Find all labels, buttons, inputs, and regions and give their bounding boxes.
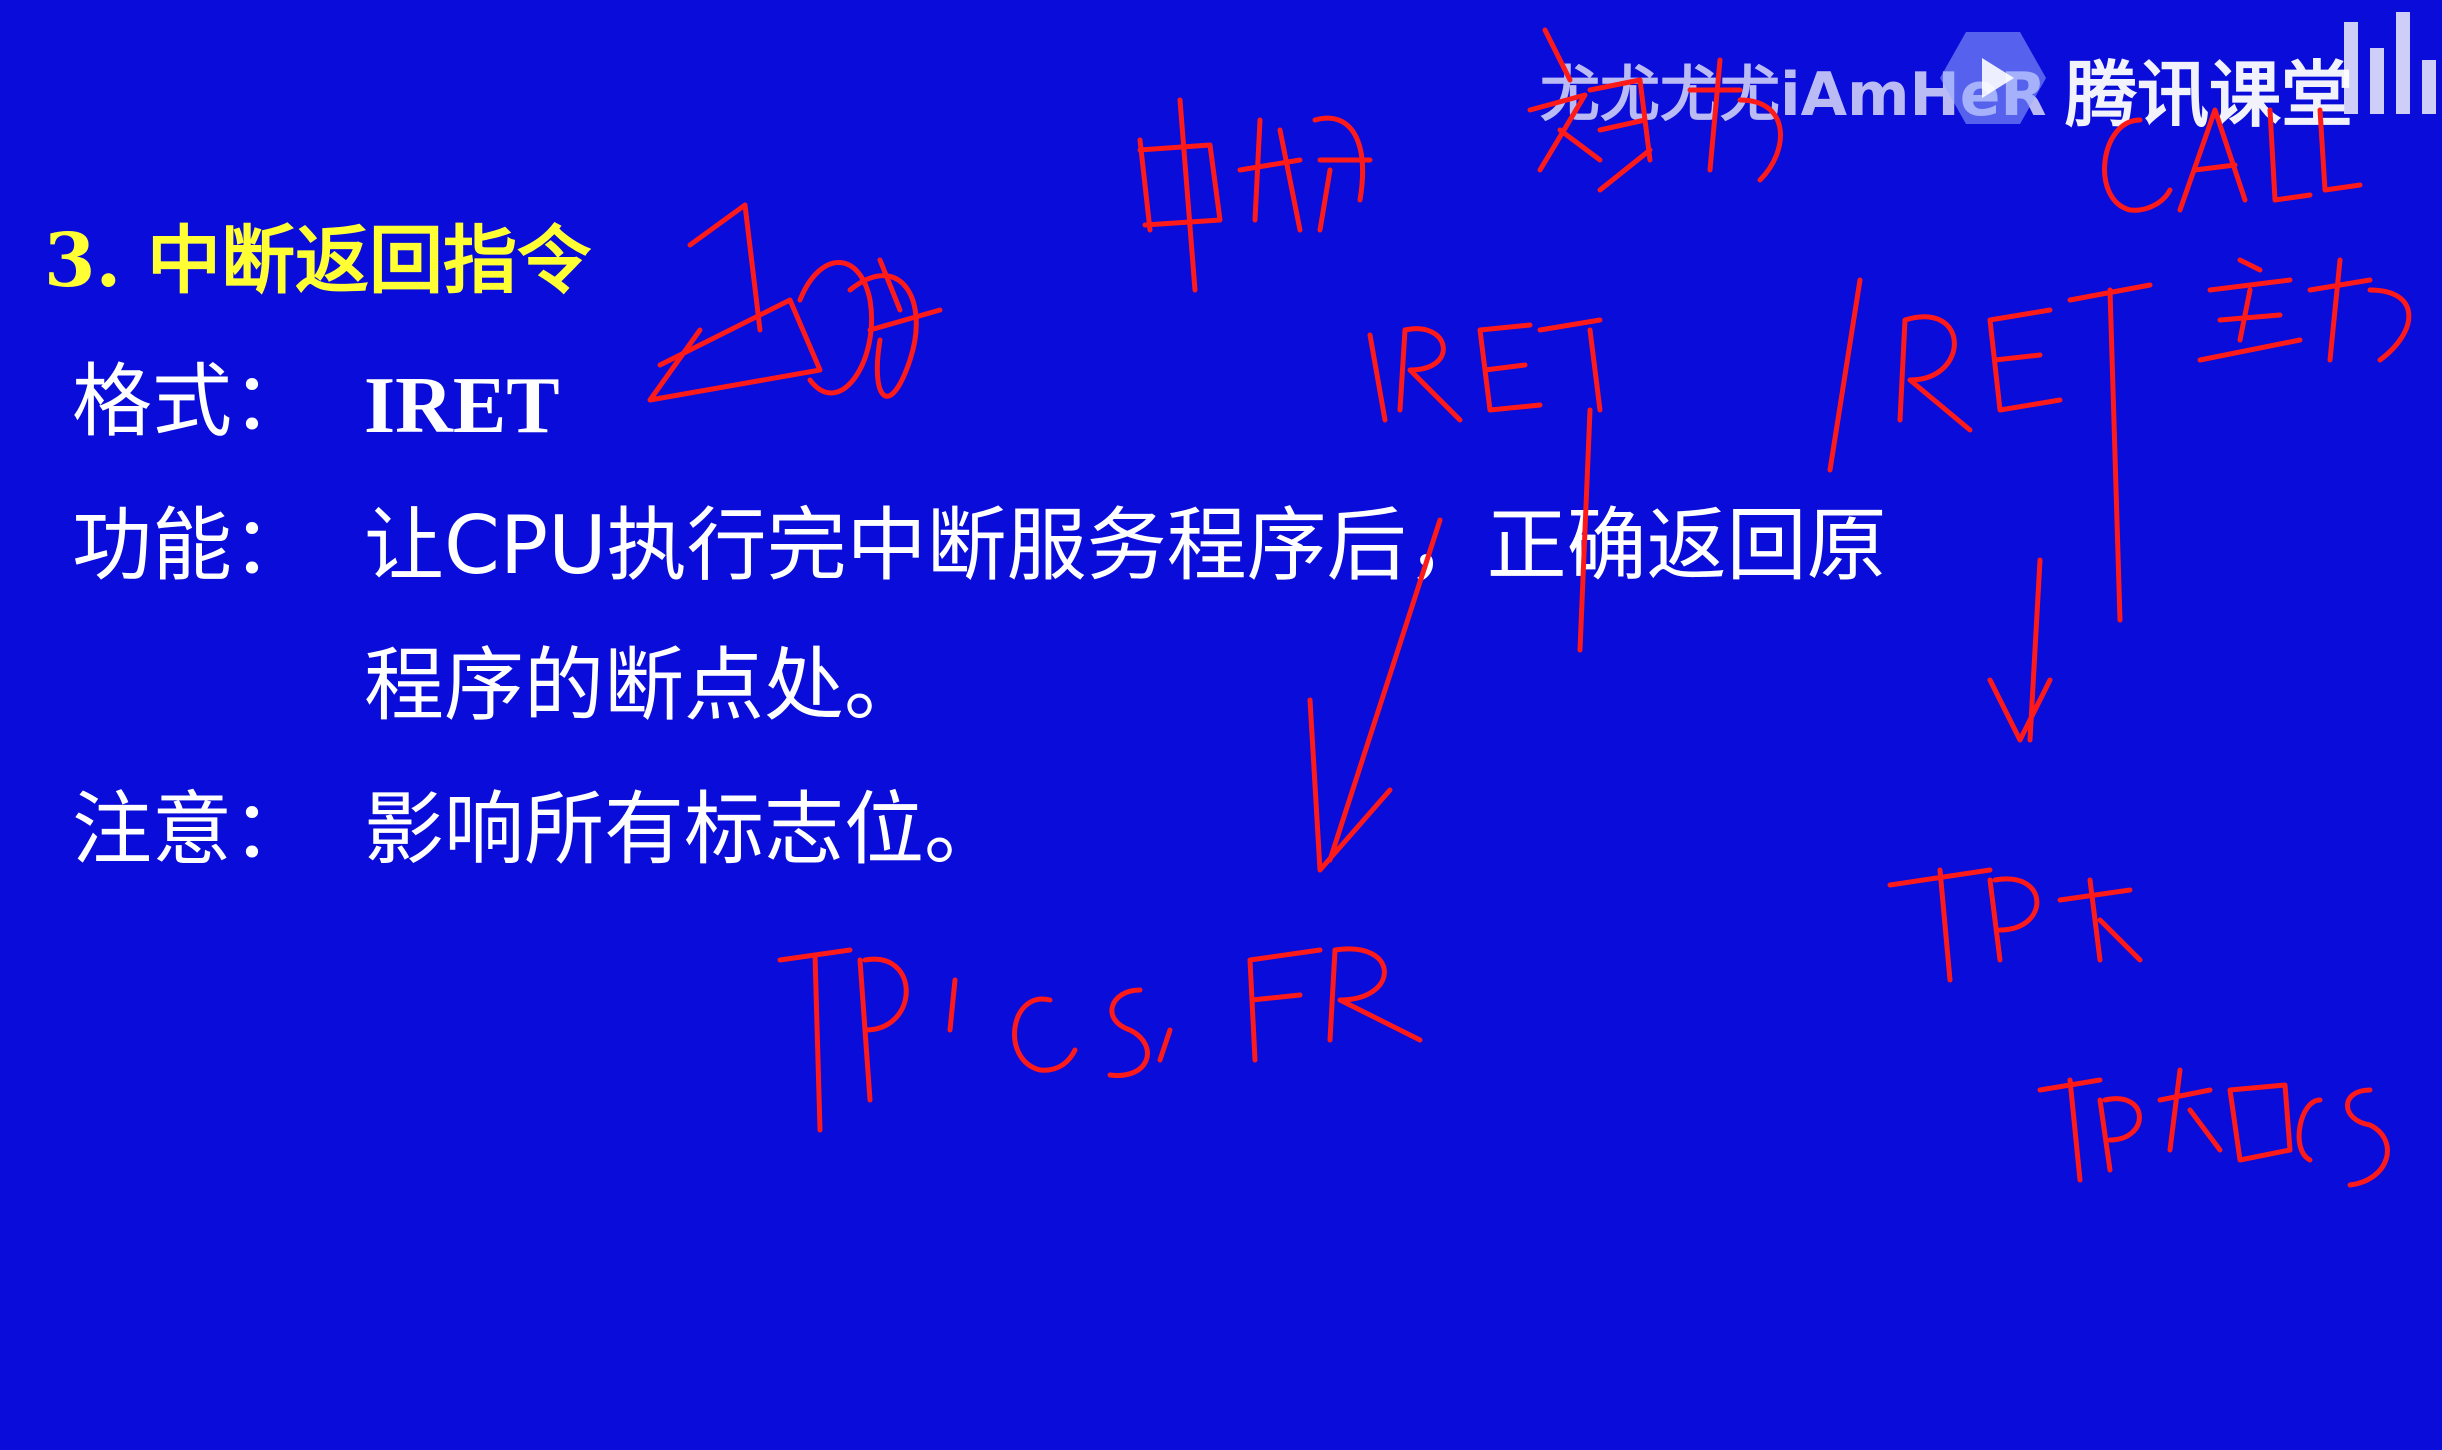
slide: 3. 中断返回指令 格式： IRET 功能： 让CPU执行完中断服务程序后，正确… xyxy=(0,0,2442,1450)
slide-heading: 3. 中断返回指令 xyxy=(44,218,592,304)
watermark: 尤尤尤尤iAmHeR 腾讯课堂 xyxy=(1540,12,2436,137)
function-value-line2: 程序的断点处。 xyxy=(364,639,924,732)
watermark-brand: 腾讯课堂 xyxy=(2065,53,2354,137)
note-ip-he-cs xyxy=(1887,867,2390,1188)
play-logo-icon xyxy=(1940,32,2046,124)
format-value: IRET xyxy=(364,362,560,450)
format-label: 格式： xyxy=(72,355,312,448)
scribble-heading-note xyxy=(647,202,943,403)
function-value-line1: 让CPU执行完中断服务程序后，正确返回原 xyxy=(364,499,1887,592)
note-zhongduan xyxy=(1137,97,1373,293)
note-value: 影响所有标志位。 xyxy=(364,783,1004,876)
note-zhudong xyxy=(2197,257,2412,363)
note-iret-left xyxy=(1367,317,1603,653)
function-label: 功能： xyxy=(72,499,312,592)
note-label: 注意： xyxy=(72,783,312,876)
bars-logo-icon xyxy=(2344,12,2436,114)
note-ip-cs-fr xyxy=(777,946,1423,1133)
